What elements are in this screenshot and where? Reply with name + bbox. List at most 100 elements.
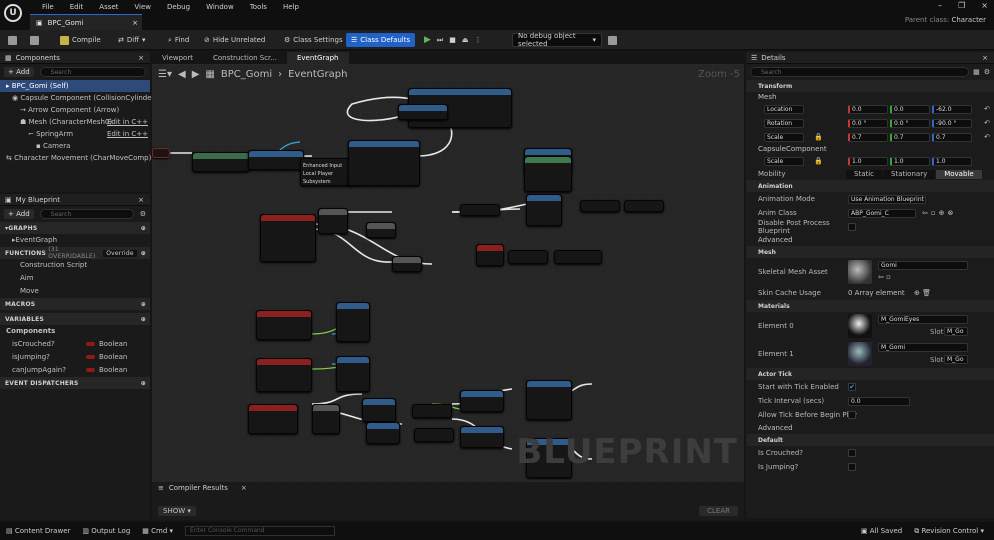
- function-item[interactable]: Move: [0, 285, 150, 298]
- slot0-field[interactable]: M_Go: [944, 327, 968, 336]
- close-panel-icon[interactable]: ×: [982, 54, 988, 62]
- set-node-f[interactable]: [508, 250, 548, 264]
- component-item[interactable]: ⇆ Character Movement (CharMoveComp): [0, 152, 151, 164]
- gear-icon[interactable]: ⚙: [984, 68, 990, 76]
- menu-item-help[interactable]: Help: [275, 1, 307, 13]
- compile-button[interactable]: Compile: [60, 33, 101, 47]
- material1-thumbnail[interactable]: [848, 342, 872, 366]
- breadcrumb-root[interactable]: BPC_Gomi: [221, 69, 272, 80]
- parent-class-value[interactable]: Character: [951, 16, 986, 24]
- set-node-b[interactable]: [392, 256, 422, 272]
- set-crouched-node-a[interactable]: [412, 404, 452, 418]
- debug-browse-button[interactable]: [608, 33, 617, 47]
- function-item[interactable]: Aim: [0, 272, 150, 285]
- menu-item-edit[interactable]: Edit: [62, 1, 92, 13]
- capsule-scale-x-field[interactable]: 1.0: [848, 156, 888, 166]
- output-log-button[interactable]: ▥ Output Log: [82, 527, 130, 535]
- cast-node[interactable]: [192, 152, 250, 172]
- rotation-dropdown[interactable]: Rotation: [764, 118, 804, 128]
- set-node-a[interactable]: [366, 222, 396, 238]
- scale-y-field[interactable]: 0.7: [890, 132, 930, 142]
- anim-class-select[interactable]: ABP_Gomi_C: [848, 208, 916, 218]
- set-crouched-node-b[interactable]: [414, 428, 454, 442]
- document-tab[interactable]: ▣ BPC_Gomi ×: [30, 14, 142, 30]
- override-dropdown[interactable]: Override: [103, 249, 137, 257]
- debug-object-select[interactable]: No debug object selected ▾: [512, 32, 602, 48]
- capsule-scale-z-field[interactable]: 1.0: [932, 156, 972, 166]
- save-button[interactable]: [8, 33, 17, 47]
- menu-item-file[interactable]: File: [34, 1, 62, 13]
- show-dropdown[interactable]: SHOW ▾: [158, 506, 196, 516]
- add-component-button[interactable]: + Add: [4, 67, 34, 77]
- allow-tick-checkbox[interactable]: [848, 411, 856, 419]
- jump-node[interactable]: [526, 194, 562, 226]
- rotation-z-field[interactable]: -90.0 °: [932, 118, 972, 128]
- element0-select[interactable]: M_GomiEyes: [878, 315, 968, 324]
- graphs-section[interactable]: ▾ GRAPHS ⊕: [0, 222, 150, 234]
- move-node[interactable]: [336, 302, 370, 342]
- tick-interval-field[interactable]: 0.0: [848, 396, 910, 406]
- console-input[interactable]: Enter Console Command: [185, 526, 336, 536]
- minimize-icon[interactable]: –: [938, 1, 942, 10]
- component-item[interactable]: ◉ Capsule Component (CollisionCylinder): [0, 92, 157, 104]
- transform-section[interactable]: Transform: [746, 80, 994, 92]
- is-crouched-checkbox[interactable]: [848, 449, 856, 457]
- graph-menu-icon[interactable]: ☰▾: [158, 69, 172, 80]
- slot1-field[interactable]: M_Go: [944, 355, 968, 364]
- revision-control-button[interactable]: ⧉ Revision Control ▾: [914, 527, 984, 536]
- hide-unrelated-button[interactable]: ⊘ Hide Unrelated: [204, 33, 265, 47]
- diff-button[interactable]: ⇄ Diff ▾: [118, 33, 146, 47]
- set-node-c[interactable]: [460, 204, 500, 216]
- menu-item-view[interactable]: View: [126, 1, 159, 13]
- enhanced-action-node-jump[interactable]: [260, 214, 316, 262]
- capsule-scale-dropdown[interactable]: Scale: [764, 156, 804, 166]
- edit-in-cpp-link[interactable]: Edit in C++: [107, 128, 148, 140]
- start-tick-checkbox[interactable]: ✔: [848, 383, 856, 391]
- add-macro-icon[interactable]: ⊕: [141, 301, 146, 308]
- class-settings-button[interactable]: ⚙ Class Settings: [284, 33, 343, 47]
- mobility-option[interactable]: Stationary: [883, 169, 936, 179]
- animation-section[interactable]: Animation: [746, 180, 994, 192]
- char-movement-node-a[interactable]: [460, 390, 504, 412]
- close-panel-icon[interactable]: ×: [138, 54, 144, 62]
- event-graph-canvas[interactable]: Enhanced Input Local Player Subsystem Zo…: [152, 64, 744, 482]
- add-graph-icon[interactable]: ⊕: [141, 225, 146, 232]
- mobility-option[interactable]: Movable: [936, 169, 982, 179]
- enhanced-action-node-move[interactable]: [256, 310, 312, 340]
- branch-node-b[interactable]: [318, 208, 348, 234]
- scale-z-field[interactable]: 0.7: [932, 132, 972, 142]
- lock-icon[interactable]: 🔒: [814, 133, 823, 141]
- location-x-field[interactable]: 0.0: [848, 104, 888, 114]
- set-speed-node-a[interactable]: [526, 380, 572, 420]
- more-icon[interactable]: ⋮: [474, 36, 481, 44]
- char-movement-node-b[interactable]: [460, 426, 504, 448]
- mesh-section[interactable]: Mesh: [746, 246, 994, 258]
- eject-icon[interactable]: ⏏: [462, 36, 469, 44]
- gear-icon[interactable]: ⚙: [140, 210, 146, 218]
- advanced-row-2[interactable]: Advanced: [746, 422, 994, 434]
- material0-thumbnail[interactable]: [848, 314, 872, 338]
- clear-button[interactable]: CLEAR: [699, 506, 738, 516]
- mesh-thumbnail[interactable]: [848, 260, 872, 284]
- scale-x-field[interactable]: 0.7: [848, 132, 888, 142]
- step-icon[interactable]: ⏭: [437, 36, 443, 45]
- add-dispatcher-icon[interactable]: ⊕: [141, 380, 146, 387]
- menu-item-tools[interactable]: Tools: [242, 1, 275, 13]
- variables-section[interactable]: VARIABLES ⊕: [0, 313, 150, 325]
- default-section[interactable]: Default: [746, 434, 994, 446]
- grid-view-icon[interactable]: ▦: [973, 68, 980, 76]
- reset-icon[interactable]: ↶: [984, 105, 990, 113]
- details-search-input[interactable]: Search: [750, 67, 970, 77]
- menu-item-asset[interactable]: Asset: [91, 1, 126, 13]
- close-panel-icon[interactable]: ×: [138, 196, 144, 204]
- close-panel-icon[interactable]: ×: [241, 484, 247, 492]
- materials-section[interactable]: Materials: [746, 300, 994, 312]
- browse-button[interactable]: [30, 33, 39, 47]
- components-search-input[interactable]: Search: [39, 67, 146, 77]
- stop-icon[interactable]: ■: [449, 36, 456, 44]
- blueprint-search-input[interactable]: Search: [39, 209, 134, 219]
- graph-tab[interactable]: Construction Scr...: [203, 52, 287, 64]
- location-dropdown[interactable]: Location: [764, 104, 804, 114]
- is-jumping-checkbox[interactable]: [848, 463, 856, 471]
- location-y-field[interactable]: 0.0: [890, 104, 930, 114]
